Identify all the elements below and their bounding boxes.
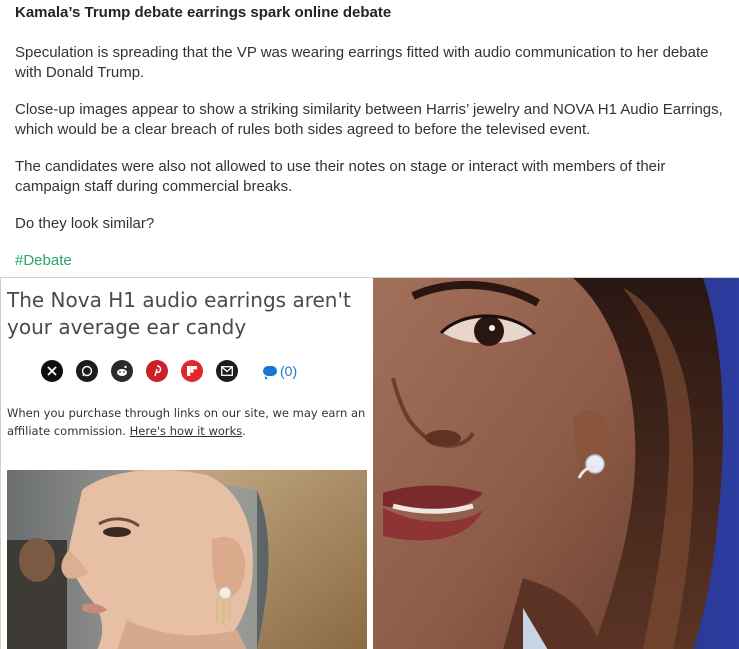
post-paragraph: The candidates were also not allowed to … — [15, 158, 666, 195]
harris-closeup-photo — [371, 278, 739, 649]
post-paragraph: Close-up images appear to show a strikin… — [15, 101, 723, 138]
post-image[interactable]: The Nova H1 audio earrings aren't your a… — [0, 277, 739, 649]
post-title: Kamala’s Trump debate earrings spark onl… — [15, 4, 392, 21]
comment-count-label: (0) — [280, 363, 298, 379]
share-bar: (0) — [41, 359, 297, 383]
disclaimer-link: Here's how it works — [129, 424, 243, 438]
article-screenshot: The Nova H1 audio earrings aren't your a… — [0, 278, 370, 649]
reddit-icon — [111, 360, 133, 382]
post-paragraph: Speculation is spreading that the VP was… — [15, 44, 709, 81]
disclaimer-end: . — [242, 424, 246, 438]
hashtag-link[interactable]: #Debate — [15, 252, 72, 269]
whatsapp-icon — [76, 360, 98, 382]
comment-icon — [263, 366, 277, 379]
affiliate-disclaimer: When you purchase through links on our s… — [7, 404, 369, 440]
pinterest-icon — [146, 360, 168, 382]
x-icon — [41, 360, 63, 382]
article-headline: The Nova H1 audio earrings aren't your a… — [7, 288, 351, 339]
post-paragraph: Do they look similar? — [15, 215, 155, 232]
comment-count: (0) — [263, 363, 297, 379]
woman-earring-photo — [7, 470, 367, 649]
flipboard-icon — [181, 360, 203, 382]
mail-icon — [216, 360, 238, 382]
